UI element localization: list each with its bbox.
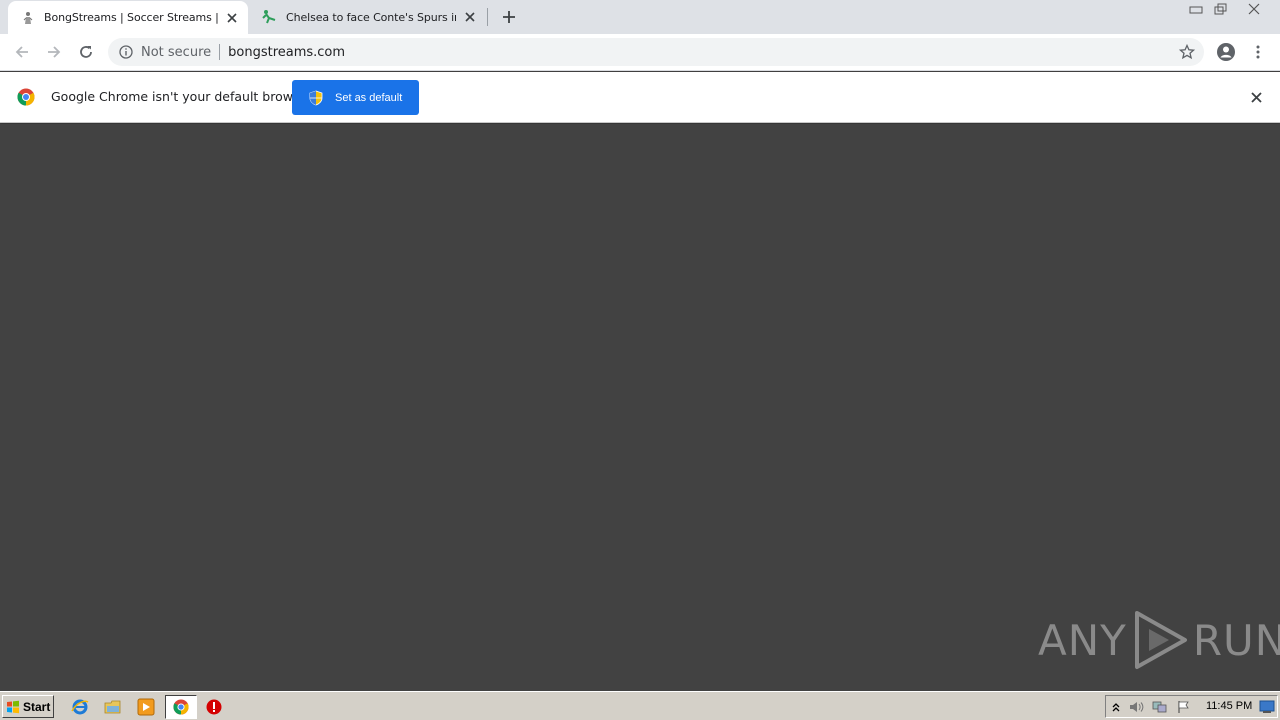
restore-button[interactable] [1209, 0, 1233, 18]
tab-bongstreams[interactable]: BongStreams | Soccer Streams | NBA Strea… [8, 1, 248, 34]
reload-icon [80, 46, 92, 58]
close-icon[interactable] [462, 9, 478, 25]
system-tray: 11:45 PM [1105, 695, 1278, 718]
stop-alert-icon [206, 699, 222, 715]
profile-button[interactable] [1214, 40, 1238, 64]
volume-icon[interactable] [1128, 699, 1144, 715]
folder-icon [104, 700, 121, 714]
watermark-right-text: RUN [1192, 615, 1280, 665]
close-icon [1248, 3, 1260, 15]
person-icon [20, 10, 36, 26]
media-player-icon [137, 698, 155, 716]
new-tab-button[interactable] [499, 7, 519, 27]
chrome-icon [173, 699, 189, 715]
plus-icon [503, 11, 515, 23]
bookmark-star-icon[interactable] [1178, 43, 1196, 61]
forward-button[interactable] [42, 40, 66, 64]
start-button[interactable]: Start [2, 695, 54, 718]
taskbar-clock[interactable]: 11:45 PM [1206, 700, 1252, 712]
info-icon[interactable] [118, 44, 134, 60]
close-icon[interactable] [224, 10, 240, 26]
windows-taskbar: Start 11:45 PM [0, 691, 1280, 720]
set-as-default-label: Set as default [335, 91, 403, 104]
minimize-button[interactable] [1184, 0, 1208, 18]
minimize-icon [1189, 6, 1203, 14]
infobar-close-button[interactable] [1248, 89, 1264, 105]
tab-title: BongStreams | Soccer Streams | NBA Strea… [44, 11, 218, 24]
chrome-icon [17, 88, 35, 106]
explorer-quicklaunch[interactable] [103, 697, 123, 717]
account-icon [1217, 43, 1235, 61]
tab-separator [487, 8, 488, 26]
show-desktop-icon[interactable] [1259, 699, 1275, 715]
watermark-left-text: ANY [1038, 615, 1127, 665]
ie-quicklaunch[interactable] [70, 697, 90, 717]
tab-chelsea[interactable]: Chelsea to face Conte's Spurs in EFL Cup [250, 0, 486, 34]
alert-quicklaunch[interactable] [204, 697, 224, 717]
kick-icon [262, 9, 278, 25]
page-content [0, 124, 1280, 691]
browser-toolbar: Not secure bongstreams.com [0, 34, 1280, 71]
url-text[interactable]: bongstreams.com [228, 45, 345, 60]
infobar-message: Google Chrome isn't your default browser [51, 89, 313, 104]
media-player-quicklaunch[interactable] [136, 697, 156, 717]
close-icon [1250, 91, 1262, 103]
tray-expand-icon[interactable] [1108, 699, 1124, 715]
back-button[interactable] [10, 40, 34, 64]
security-label[interactable]: Not secure [141, 45, 211, 60]
start-label: Start [23, 699, 51, 714]
network-icon[interactable] [1152, 699, 1168, 715]
restore-icon [1214, 3, 1227, 15]
action-center-flag-icon[interactable] [1176, 699, 1192, 715]
menu-button[interactable] [1246, 40, 1270, 64]
windows-logo-icon [7, 700, 19, 713]
anyrun-watermark: ANY RUN [1038, 608, 1280, 672]
play-logo-icon [1134, 611, 1187, 669]
tab-title: Chelsea to face Conte's Spurs in EFL Cup [286, 10, 456, 24]
window-close-button[interactable] [1234, 0, 1274, 18]
address-bar[interactable]: Not secure bongstreams.com [108, 38, 1204, 66]
arrow-right-icon [48, 46, 61, 58]
default-browser-infobar: Google Chrome isn't your default browser… [0, 72, 1280, 123]
reload-button[interactable] [74, 40, 98, 64]
internet-explorer-icon [71, 699, 89, 715]
kebab-menu-icon [1256, 45, 1260, 59]
set-as-default-button[interactable]: Set as default [292, 80, 419, 115]
chrome-taskbar-button[interactable] [165, 695, 197, 719]
uac-shield-icon [309, 90, 323, 105]
tab-strip: BongStreams | Soccer Streams | NBA Strea… [0, 0, 1280, 34]
address-divider [219, 44, 221, 60]
arrow-left-icon [15, 46, 28, 58]
